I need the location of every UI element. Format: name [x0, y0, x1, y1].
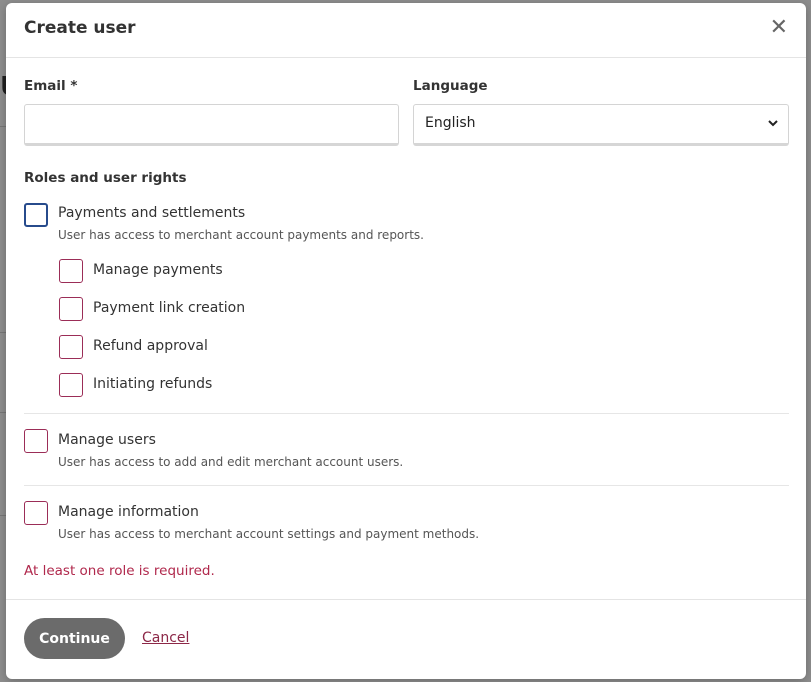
manage-users-label: Manage users — [58, 432, 156, 448]
initiating-refunds-label: Initiating refunds — [93, 376, 213, 392]
manage-users-checkbox[interactable] — [24, 429, 48, 453]
section-divider — [24, 413, 789, 414]
language-label: Language — [413, 78, 488, 94]
refund-approval-label: Refund approval — [93, 338, 208, 354]
footer-divider — [6, 599, 806, 600]
language-selected-value: English — [425, 115, 476, 131]
initiating-refunds-checkbox[interactable] — [59, 373, 83, 397]
refund-approval-checkbox[interactable] — [59, 335, 83, 359]
close-icon[interactable]: ✕ — [770, 16, 788, 40]
create-user-dialog: Create user ✕ Email * Language English R… — [6, 3, 806, 679]
payment-link-creation-label: Payment link creation — [93, 300, 246, 316]
manage-information-checkbox[interactable] — [24, 501, 48, 525]
manage-information-label: Manage information — [58, 504, 199, 520]
dialog-header: Create user ✕ — [6, 3, 806, 58]
roles-section-title: Roles and user rights — [24, 170, 187, 186]
continue-button[interactable]: Continue — [24, 618, 125, 659]
chevron-down-icon — [768, 120, 778, 127]
language-select[interactable]: English — [413, 104, 789, 146]
dialog-title: Create user — [24, 18, 136, 38]
email-label: Email * — [24, 78, 78, 94]
section-divider — [24, 485, 789, 486]
email-field[interactable] — [24, 104, 399, 146]
manage-information-description: User has access to merchant account sett… — [58, 527, 480, 541]
cancel-link[interactable]: Cancel — [142, 630, 189, 646]
payments-settlements-description: User has access to merchant account paym… — [58, 228, 424, 242]
payments-settlements-checkbox[interactable] — [24, 203, 48, 227]
manage-payments-checkbox[interactable] — [59, 259, 83, 283]
manage-payments-label: Manage payments — [93, 262, 223, 278]
payment-link-creation-checkbox[interactable] — [59, 297, 83, 321]
manage-users-description: User has access to add and edit merchant… — [58, 455, 404, 469]
payments-settlements-label: Payments and settlements — [58, 205, 246, 221]
error-message: At least one role is required. — [24, 563, 215, 579]
